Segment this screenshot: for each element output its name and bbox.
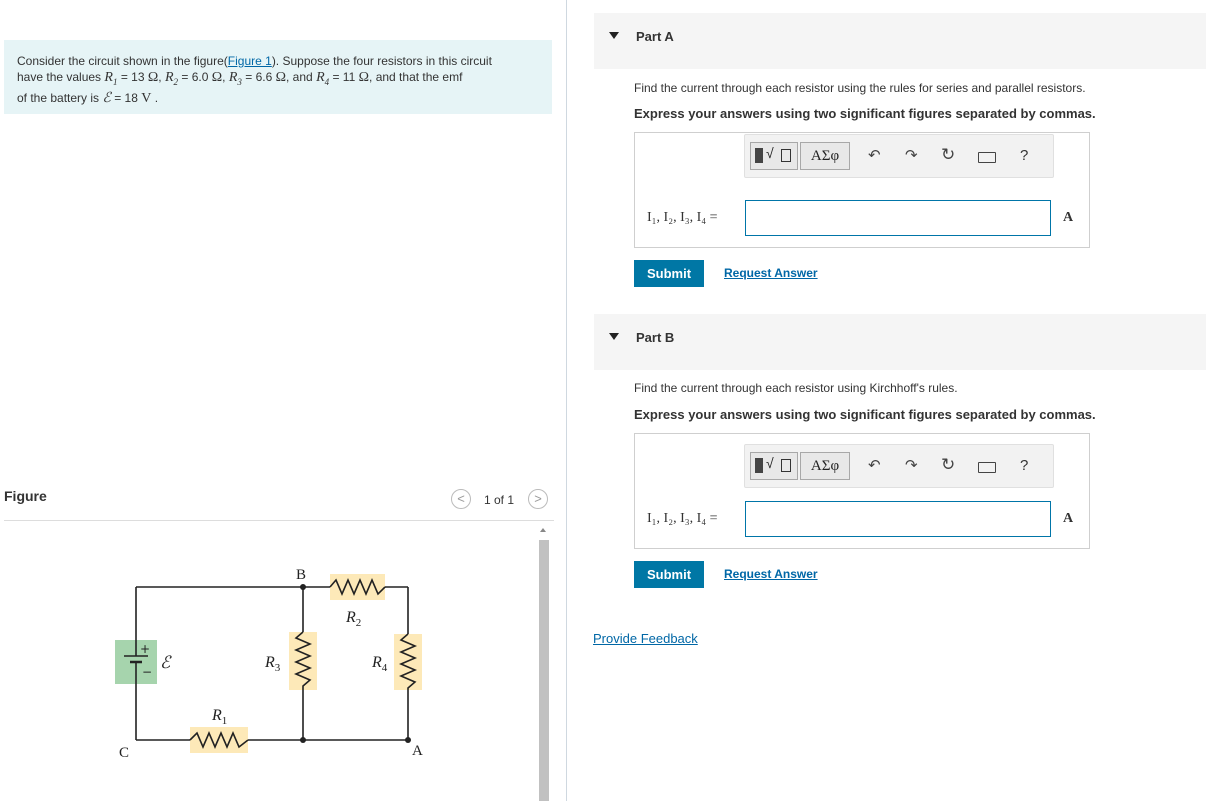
circuit-diagram: + − ℰ R2 R3 R4 R1 B C A xyxy=(115,567,423,761)
prev-figure-button[interactable]: < xyxy=(451,489,471,509)
part-b-toolbar: √ ΑΣφ ↶ ↷ ↻ ? xyxy=(744,444,1054,488)
part-b-express: Express your answers using two significa… xyxy=(634,407,1096,422)
scrollbar-thumb[interactable] xyxy=(539,540,549,801)
next-figure-button[interactable]: > xyxy=(528,489,548,509)
part-b-answer-input[interactable] xyxy=(745,501,1051,537)
chevron-right-icon: > xyxy=(534,491,542,506)
part-a-instruction: Find the current through each resistor u… xyxy=(634,81,1086,95)
resistor-r3 xyxy=(289,631,317,690)
template-box-icon xyxy=(781,459,791,472)
templates-button[interactable]: √ xyxy=(750,142,798,170)
redo-icon[interactable]: ↷ xyxy=(905,456,918,474)
greek-icon: ΑΣφ xyxy=(810,458,840,474)
r2-symbol: R2 xyxy=(164,70,179,87)
part-b-variables-label: I₁, I₂, I₃, I₄ = xyxy=(647,511,718,526)
emf-label: ℰ xyxy=(160,653,172,672)
node-b-label: B xyxy=(296,567,306,583)
greek-button[interactable]: ΑΣφ xyxy=(800,452,850,480)
part-b-title: Part B xyxy=(636,330,675,345)
part-a-express: Express your answers using two significa… xyxy=(634,106,1096,121)
part-a-submit-button[interactable]: Submit xyxy=(634,260,704,287)
provide-feedback-link[interactable]: Provide Feedback xyxy=(593,631,698,646)
emf-symbol: ℰ xyxy=(102,90,111,106)
scroll-up-arrow-icon[interactable] xyxy=(540,528,546,532)
chevron-left-icon: < xyxy=(457,491,465,506)
part-a-variables-label: I₁, I₂, I₃, I₄ = xyxy=(647,210,718,225)
part-a-title: Part A xyxy=(636,29,674,44)
resistor-r2 xyxy=(329,574,386,600)
part-b-request-answer-link[interactable]: Request Answer xyxy=(724,567,818,581)
part-a-answer-input[interactable] xyxy=(745,200,1051,236)
keyboard-icon[interactable] xyxy=(978,152,996,163)
problem-statement: Consider the circuit shown in the figure… xyxy=(4,40,552,114)
resistor-r1 xyxy=(189,727,249,753)
radical-icon: √ xyxy=(766,145,774,161)
templates-button[interactable]: √ xyxy=(750,452,798,480)
problem-line-3: of the battery is ℰ = 18 V . xyxy=(17,90,159,106)
reset-icon[interactable]: ↻ xyxy=(941,145,955,165)
undo-icon[interactable]: ↶ xyxy=(868,456,881,474)
keyboard-icon[interactable] xyxy=(978,462,996,473)
greek-button[interactable]: ΑΣφ xyxy=(800,142,850,170)
collapse-triangle-icon xyxy=(609,32,619,39)
undo-icon[interactable]: ↶ xyxy=(868,146,881,164)
r3-symbol: R3 xyxy=(228,70,242,87)
battery: + − xyxy=(115,640,157,684)
r1-label: R1 xyxy=(211,707,227,727)
resistor-r4 xyxy=(394,633,422,690)
reset-icon[interactable]: ↻ xyxy=(941,455,955,475)
column-divider xyxy=(566,0,567,801)
svg-text:+: + xyxy=(140,642,150,656)
greek-icon: ΑΣφ xyxy=(810,148,840,164)
r1-symbol: R1 xyxy=(104,70,118,87)
r3-label: R3 xyxy=(264,654,281,674)
help-icon[interactable]: ? xyxy=(1020,147,1028,164)
svg-text:−: − xyxy=(142,665,152,679)
part-a-answer-box: √ ΑΣφ ↶ ↷ ↻ ? I₁, I₂, I₃, I₄ = A xyxy=(634,132,1090,248)
help-icon[interactable]: ? xyxy=(1020,457,1028,474)
problem-line-1: Consider the circuit shown in the figure… xyxy=(17,54,492,68)
part-b-unit: A xyxy=(1063,511,1074,526)
r4-label: R4 xyxy=(371,654,388,674)
part-a-header[interactable]: Part A xyxy=(594,13,1206,69)
problem-line-2: have the values R1 = 13 Ω, R2 = 6.0 Ω, R… xyxy=(17,70,463,87)
part-b-instruction: Find the current through each resistor u… xyxy=(634,381,958,395)
part-b-submit-button[interactable]: Submit xyxy=(634,561,704,588)
part-b-answer-box: √ ΑΣφ ↶ ↷ ↻ ? I₁, I₂, I₃, I₄ = A xyxy=(634,433,1090,549)
template-block-icon xyxy=(755,458,763,473)
template-block-icon xyxy=(755,148,763,163)
redo-icon[interactable]: ↷ xyxy=(905,146,918,164)
figure-label: Figure xyxy=(4,488,47,504)
node-a-label: A xyxy=(412,743,423,759)
collapse-triangle-icon xyxy=(609,333,619,340)
node-c-label: C xyxy=(119,745,129,761)
part-a-toolbar: √ ΑΣφ ↶ ↷ ↻ ? xyxy=(744,134,1054,178)
figure-link[interactable]: Figure 1 xyxy=(228,54,272,68)
part-a-unit: A xyxy=(1063,210,1074,225)
part-b-header[interactable]: Part B xyxy=(594,314,1206,370)
radical-icon: √ xyxy=(766,455,774,471)
r4-symbol: R4 xyxy=(316,70,330,87)
template-box-icon xyxy=(781,149,791,162)
figure-pager: 1 of 1 xyxy=(484,493,515,507)
figure-divider xyxy=(4,520,554,521)
part-a-request-answer-link[interactable]: Request Answer xyxy=(724,266,818,280)
r2-label: R2 xyxy=(345,609,361,629)
